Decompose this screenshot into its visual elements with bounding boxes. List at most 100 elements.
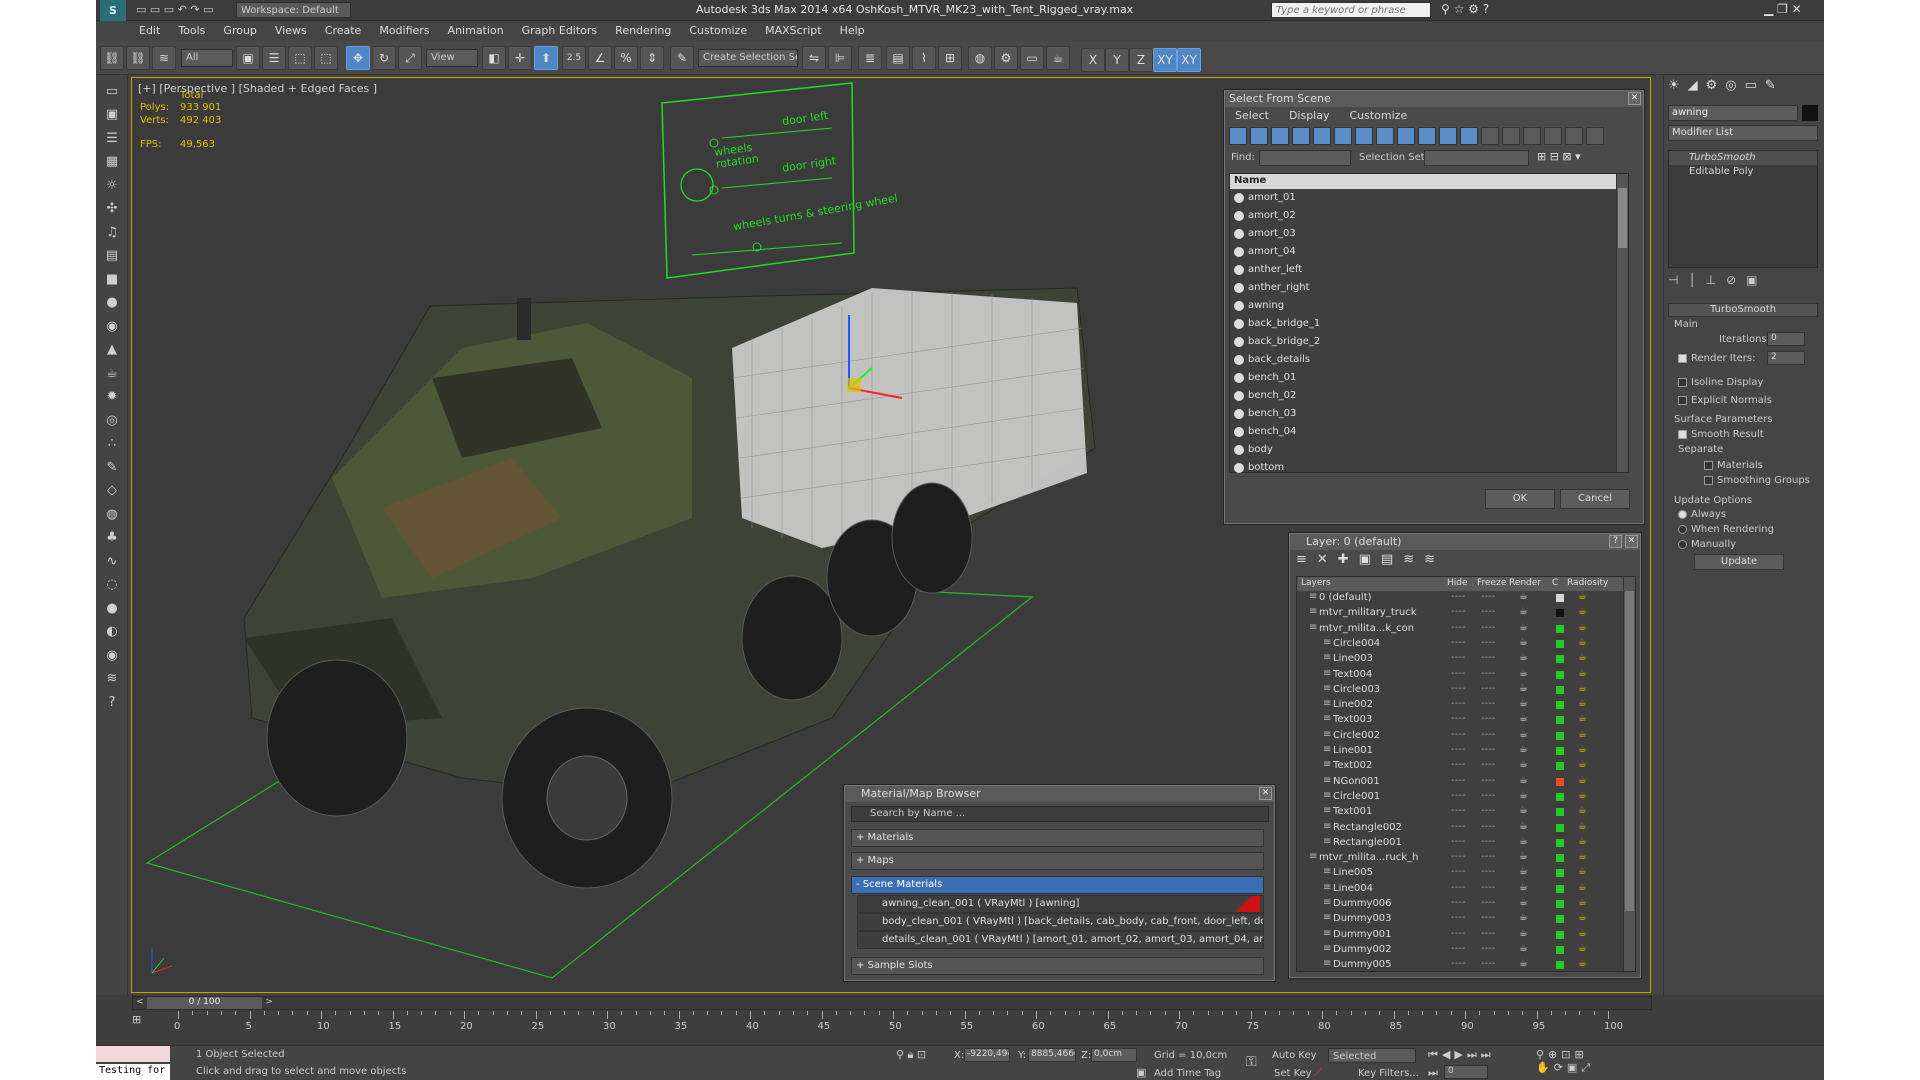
layer-toggle-dash[interactable]: ---- [1481, 652, 1495, 663]
smoothing-groups-checkbox[interactable] [1704, 475, 1713, 485]
layer-color-swatch[interactable] [1556, 639, 1564, 648]
layer-header-layers[interactable]: Layers [1301, 578, 1331, 588]
group-materials[interactable]: + Materials [851, 829, 1264, 847]
selection-filter-dropdown[interactable]: All [181, 49, 233, 67]
layer-toggle-dash[interactable]: ---- [1451, 729, 1465, 740]
select-move-icon[interactable]: ✥ [346, 46, 370, 70]
plant-icon[interactable]: ♣ [100, 527, 124, 549]
radiosity-teapot-icon[interactable]: ☕ [1578, 958, 1587, 969]
smooth-result-checkbox[interactable] [1678, 429, 1687, 439]
list-item[interactable]: amort_03 [1230, 225, 1628, 243]
select-manipulate-icon[interactable]: ✛ [508, 46, 532, 70]
list-item[interactable]: bench_03 [1230, 405, 1628, 423]
list-item[interactable]: awning [1230, 297, 1628, 315]
layer-row[interactable]: Dummy001 ≡ ---- ---- ☕ ☕ [1301, 928, 1613, 943]
menu-graph-editors[interactable]: Graph Editors [513, 21, 607, 41]
help-icon[interactable]: ? [100, 691, 124, 713]
layer-row[interactable]: Text003 ≡ ---- ---- ☕ ☕ [1301, 713, 1613, 728]
always-radio[interactable] [1678, 509, 1687, 519]
layer-toggle-dash[interactable]: ---- [1451, 928, 1465, 939]
help-icons[interactable]: ⚲ ☆ ⚙ ? [1441, 2, 1489, 16]
manually-row[interactable]: Manually [1678, 539, 1736, 550]
layer-row[interactable]: Dummy003 ≡ ---- ---- ☕ ☕ [1301, 912, 1613, 927]
search-by-name-input[interactable]: Search by Name ... [851, 806, 1269, 822]
list-item[interactable]: bench_01 [1230, 369, 1628, 387]
current-frame-field[interactable]: 0 [1444, 1065, 1488, 1079]
camera-icon[interactable]: ▣ [100, 104, 124, 126]
invert-icon[interactable] [1523, 127, 1541, 145]
viewport-nav-controls[interactable]: ⚲⊕⊡⊞ ✋⟳▣⤢ [1536, 1048, 1594, 1075]
torus-icon[interactable]: ◎ [100, 409, 124, 431]
render-iters-row[interactable]: Render Iters: [1678, 353, 1756, 364]
next-frame-arrow[interactable]: > [262, 997, 276, 1009]
radiosity-teapot-icon[interactable]: ☕ [1578, 744, 1587, 755]
render-teapot-icon[interactable]: ☕ [1519, 683, 1528, 694]
layer-toggle-dash[interactable]: ---- [1481, 912, 1495, 923]
radiosity-teapot-icon[interactable]: ☕ [1578, 851, 1587, 862]
list-item[interactable]: amort_04 [1230, 243, 1628, 261]
menu-maxscript[interactable]: MAXScript [756, 21, 830, 41]
window-controls[interactable]: ▁ ❐ ✕ [1764, 2, 1802, 16]
layer-toggle-dash[interactable]: ---- [1481, 821, 1495, 832]
layer-header-freeze[interactable]: Freeze [1477, 578, 1506, 588]
layer-row[interactable]: Text002 ≡ ---- ---- ☕ ☕ [1301, 759, 1613, 774]
layer-color-swatch[interactable] [1556, 685, 1564, 694]
layer-color-swatch[interactable] [1556, 747, 1564, 755]
layer-toggle-dash[interactable]: ---- [1451, 606, 1465, 617]
layer-toggle-dash[interactable]: ---- [1451, 943, 1465, 954]
camera-filter-icon[interactable] [1292, 127, 1310, 145]
mirror-icon[interactable]: ⇋ [802, 46, 826, 70]
material-editor-icon[interactable]: ◍ [968, 46, 992, 70]
dynamics-icon[interactable]: ◐ [100, 621, 124, 643]
layer-toggle-dash[interactable]: ---- [1451, 744, 1465, 755]
material-item-details[interactable]: details_clean_001 ( VRayMtl ) [amort_01,… [857, 931, 1264, 949]
layer-toggle-dash[interactable]: ---- [1481, 759, 1495, 770]
teapot-icon[interactable]: ☕ [100, 362, 124, 384]
reference-coord-dropdown[interactable]: View [426, 49, 478, 67]
layer-color-swatch[interactable] [1556, 961, 1564, 969]
ring-icon[interactable]: ◌ [100, 574, 124, 596]
select-icon[interactable]: ▭ [100, 80, 124, 102]
layer-toggle-dash[interactable]: ---- [1481, 683, 1495, 694]
radiosity-teapot-icon[interactable]: ☕ [1578, 912, 1587, 923]
layer-color-swatch[interactable] [1556, 594, 1564, 602]
light-icon[interactable]: ☼ [100, 174, 124, 196]
radiosity-teapot-icon[interactable]: ☕ [1578, 790, 1587, 801]
layer-color-swatch[interactable] [1556, 915, 1564, 924]
when-rendering-radio[interactable] [1678, 524, 1687, 534]
list-icon[interactable]: ☰ [100, 127, 124, 149]
y-coord-field[interactable]: 8885,466c [1028, 1048, 1076, 1062]
paint-icon[interactable]: ✎ [100, 456, 124, 478]
group-scene-materials[interactable]: - Scene Materials [851, 876, 1264, 894]
layer-color-swatch[interactable] [1556, 701, 1564, 710]
pivot-center-icon[interactable]: ◧ [482, 46, 506, 70]
layer-row[interactable]: Circle002 ≡ ---- ---- ☕ ☕ [1301, 729, 1613, 744]
render-teapot-icon[interactable]: ☕ [1519, 821, 1528, 832]
group-sample-slots[interactable]: + Sample Slots [851, 957, 1264, 975]
schematic-view-icon[interactable]: ⊞ [938, 46, 962, 70]
layer-row[interactable]: Line005 ≡ ---- ---- ☕ ☕ [1301, 866, 1613, 881]
iterations-spinner[interactable]: 0 [1767, 332, 1805, 346]
grid-icon[interactable]: ▦ [100, 151, 124, 173]
key-mode-dropdown[interactable]: Selected [1328, 1048, 1416, 1063]
list-item[interactable]: back_bridge_1 [1230, 315, 1628, 333]
light-filter-icon[interactable] [1271, 127, 1289, 145]
radiosity-teapot-icon[interactable]: ☕ [1578, 713, 1587, 724]
render-teapot-icon[interactable]: ☕ [1519, 591, 1528, 602]
render-icon[interactable]: ◉ [100, 644, 124, 666]
frozen-filter-icon[interactable] [1439, 127, 1457, 145]
group-filter-icon[interactable] [1355, 127, 1373, 145]
modifier-list-dropdown[interactable]: Modifier List [1668, 125, 1818, 141]
layer-row[interactable]: Line003 ≡ ---- ---- ☕ ☕ [1301, 652, 1613, 667]
search-input[interactable]: Type a keyword or phrase [1271, 2, 1431, 18]
radiosity-teapot-icon[interactable]: ☕ [1578, 622, 1587, 633]
rendered-frame-icon[interactable]: ▭ [1020, 46, 1044, 70]
radiosity-teapot-icon[interactable]: ☕ [1578, 866, 1587, 877]
layer-toggle-dash[interactable]: ---- [1481, 836, 1495, 847]
radiosity-teapot-icon[interactable]: ☕ [1578, 821, 1587, 832]
filter-icon[interactable] [1544, 127, 1562, 145]
layer-row[interactable]: Rectangle002 ≡ ---- ---- ☕ ☕ [1301, 821, 1613, 836]
layer-row[interactable]: Line004 ≡ ---- ---- ☕ ☕ [1301, 882, 1613, 897]
layer-row[interactable]: Line001 ≡ ---- ---- ☕ ☕ [1301, 744, 1613, 759]
lock-selection-icon[interactable]: ⚲ 🔒︎ ⊡ [896, 1048, 926, 1062]
